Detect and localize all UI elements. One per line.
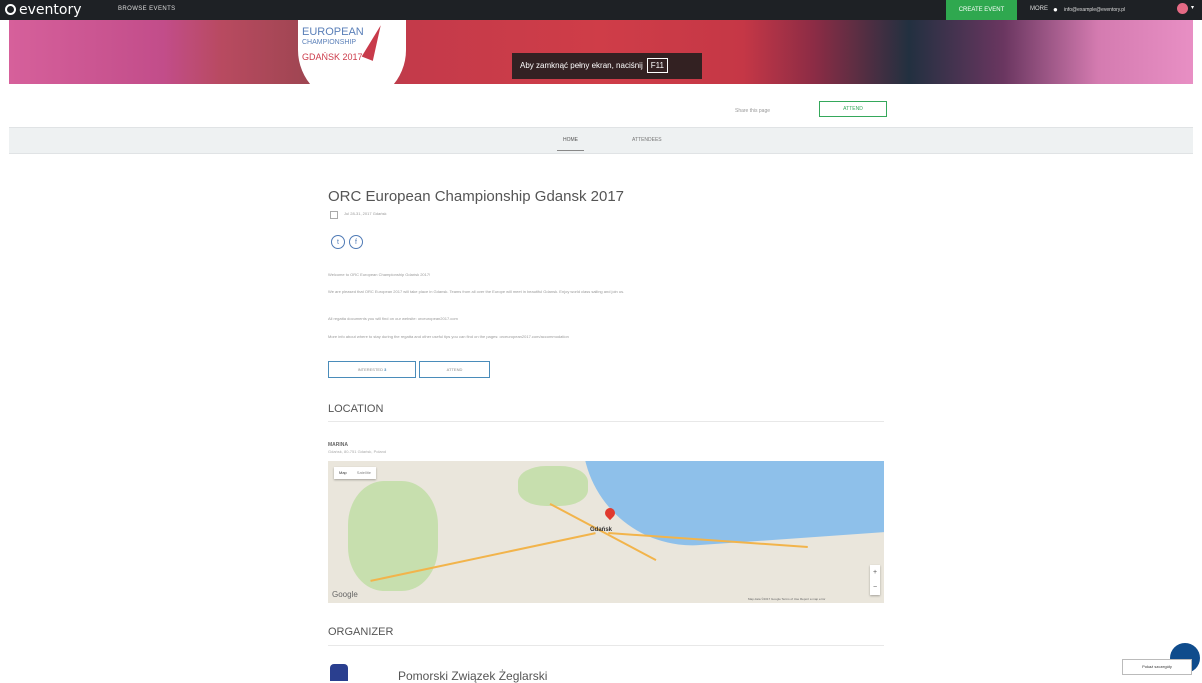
- zoom-control[interactable]: + −: [870, 565, 880, 595]
- zoom-in-button[interactable]: +: [870, 565, 880, 580]
- calendar-icon: [330, 211, 338, 219]
- location-map[interactable]: Map Satellite Gdańsk + − Google Map data …: [328, 461, 884, 603]
- twitter-icon[interactable]: t: [331, 235, 345, 249]
- zoom-out-button[interactable]: −: [870, 580, 880, 595]
- map-type-satellite[interactable]: Satellite: [352, 470, 376, 475]
- event-logo-line1: EUROPEAN: [302, 26, 364, 38]
- description-paragraph: More info about where to stay during the…: [328, 334, 569, 339]
- logo-icon: [5, 4, 16, 15]
- event-date: Jul 28-31, 2017 Gdańsk: [344, 211, 387, 216]
- description-paragraph: All regatta documents you will find on o…: [328, 316, 458, 321]
- event-logo: EUROPEAN CHAMPIONSHIP GDAŃSK 2017: [298, 20, 406, 104]
- description-paragraph: We are pleased that ORC European 2017 wi…: [328, 289, 625, 294]
- venue-name: MARINA: [328, 442, 348, 448]
- tab-home[interactable]: HOME: [557, 137, 584, 151]
- hero-banner: Aby zamknąć pełny ekran, naciśnij F11: [9, 20, 1193, 84]
- create-event-button[interactable]: CREATE EVENT: [946, 0, 1017, 20]
- browse-events-link[interactable]: BROWSE EVENTS: [118, 6, 176, 12]
- map-sea: [582, 461, 884, 553]
- facebook-icon[interactable]: f: [349, 235, 363, 249]
- divider: [328, 421, 884, 422]
- event-attend-button[interactable]: ATTEND: [419, 361, 490, 378]
- interested-count: 3: [384, 367, 387, 372]
- map-type-control[interactable]: Map Satellite: [334, 467, 377, 479]
- event-logo-line3: GDAŃSK 2017: [302, 52, 363, 62]
- event-title: ORC European Championship Gdansk 2017: [328, 188, 625, 205]
- divider: [328, 645, 884, 646]
- interested-button[interactable]: INTERESTED 3: [328, 361, 416, 378]
- map-copyright[interactable]: Map data ©2017 Google Terms of Use Repor…: [748, 597, 825, 601]
- user-email[interactable]: info@example@eventory.pl: [1064, 7, 1125, 13]
- fullscreen-tooltip: Aby zamknąć pełny ekran, naciśnij F11: [512, 53, 702, 79]
- google-logo: Google: [332, 590, 358, 599]
- organizer-heading: ORGANIZER: [328, 626, 394, 638]
- more-menu[interactable]: MORE: [1030, 6, 1048, 12]
- sail-icon: [361, 23, 387, 61]
- attend-button[interactable]: ATTEND: [819, 101, 887, 117]
- organizer-logo[interactable]: [330, 664, 348, 681]
- chat-details-button[interactable]: Pokaż szczegóły: [1122, 659, 1192, 675]
- map-city-label: Gdańsk: [590, 527, 613, 533]
- top-navbar: eventory BROWSE EVENTS CREATE EVENT MORE…: [0, 0, 1202, 20]
- location-heading: LOCATION: [328, 403, 384, 415]
- eventory-logo[interactable]: eventory: [5, 2, 81, 18]
- event-logo-line2: CHAMPIONSHIP: [302, 39, 357, 46]
- f11-key: F11: [646, 58, 668, 73]
- share-label: Share this page: [735, 108, 771, 114]
- tab-bar: HOME ATTENDEES: [9, 127, 1193, 154]
- chevron-down-icon[interactable]: ▾: [1191, 4, 1194, 11]
- tab-attendees[interactable]: ATTENDEES: [632, 137, 662, 143]
- map-forest: [518, 466, 588, 506]
- avatar[interactable]: [1177, 3, 1188, 14]
- bell-icon[interactable]: ●: [1053, 5, 1058, 14]
- map-type-map[interactable]: Map: [334, 470, 352, 475]
- description-paragraph: Welcome to ORC European Championship Gda…: [328, 272, 431, 277]
- venue-address: Gdańsk, 80-751 Gdańsk, Poland: [328, 449, 387, 454]
